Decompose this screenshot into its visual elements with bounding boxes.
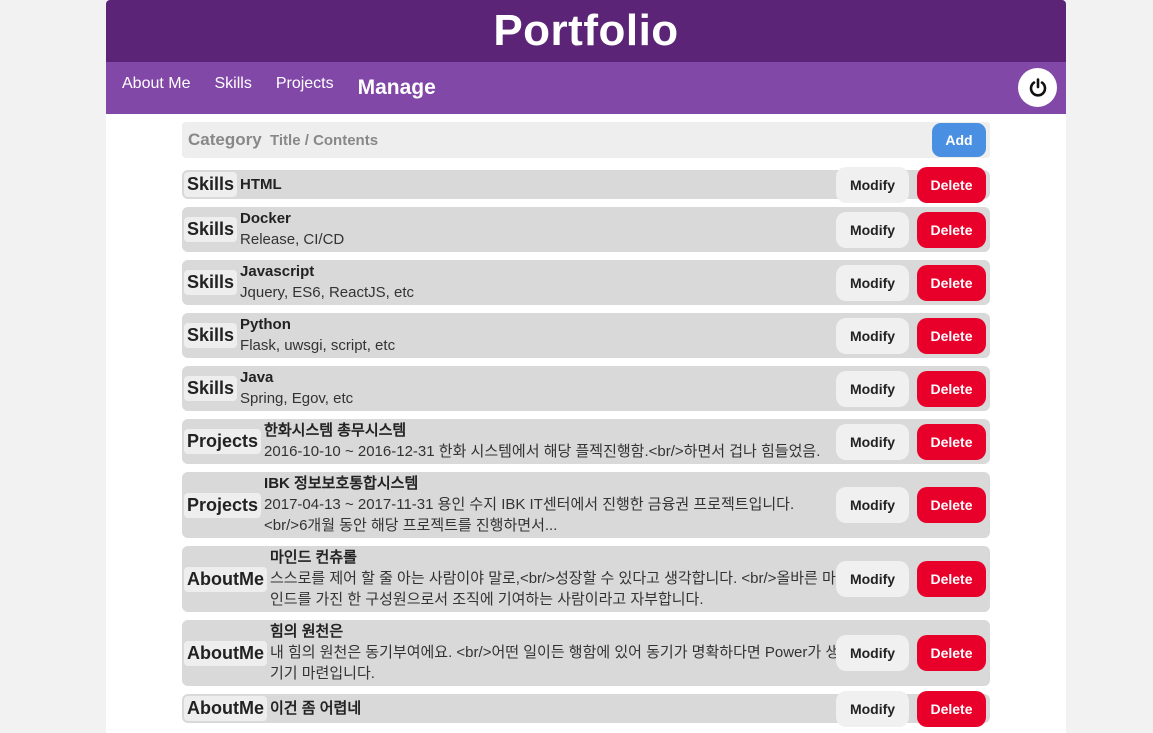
item-category: Projects — [184, 429, 262, 454]
item-text: IBK 정보보호통합시스템 2017-04-13 ~ 2017-11-31 용인… — [264, 474, 834, 536]
item-actions: Modify Delete — [836, 423, 986, 460]
delete-button[interactable]: Delete — [917, 166, 986, 203]
add-item-form: Add — [182, 122, 990, 158]
list-item: AboutMe 이건 좀 어렵네 Modify Delete — [182, 690, 990, 727]
item-category: AboutMe — [184, 640, 267, 666]
list-item: Skills Docker Release, CI/CD Modify Dele… — [182, 207, 990, 252]
item-title: 힘의 원천은 — [269, 623, 344, 640]
power-icon — [1029, 77, 1046, 97]
item-text: 힘의 원천은 내 힘의 원천은 동기부여에요. <br/>어떤 일이든 행함에 … — [270, 622, 840, 684]
item-title: Docker — [240, 210, 291, 227]
item-description: 2017-04-13 ~ 2017-11-31 용인 수지 IBK IT센터에서… — [264, 496, 795, 534]
modify-button[interactable]: Modify — [836, 166, 909, 203]
item-actions: Modify Delete — [836, 635, 986, 671]
item-category: Skills — [184, 323, 238, 348]
item-actions: Modify Delete — [836, 690, 986, 727]
item-description: Release, CI/CD — [240, 231, 345, 248]
list-item: Skills Java Spring, Egov, etc Modify Del… — [182, 366, 990, 411]
item-actions: Modify Delete — [836, 317, 986, 354]
item-text: 마인드 컨츄롤 스스로를 제어 할 줄 아는 사람이야 말로,<br/>성장할 … — [270, 548, 840, 610]
delete-button[interactable]: Delete — [917, 264, 986, 301]
item-text: Javascript Jquery, ES6, ReactJS, etc — [240, 262, 810, 303]
item-description: Flask, uwsgi, script, etc — [240, 337, 396, 354]
item-text: 이건 좀 어렵네 — [270, 699, 840, 719]
logout-button[interactable] — [1018, 68, 1057, 107]
item-description: 스스로를 제어 할 줄 아는 사람이야 말로,<br/>성장할 수 있다고 생각… — [269, 570, 836, 608]
modify-button[interactable]: Modify — [836, 211, 909, 248]
item-actions: Modify Delete — [836, 370, 986, 407]
modify-button[interactable]: Modify — [836, 264, 909, 301]
delete-button[interactable]: Delete — [917, 317, 986, 354]
item-actions: Modify Delete — [836, 264, 986, 301]
item-description: Jquery, ES6, ReactJS, etc — [240, 284, 414, 301]
list-item: Skills Python Flask, uwsgi, script, etc … — [182, 313, 990, 358]
item-title: Python — [240, 316, 291, 333]
modify-button[interactable]: Modify — [836, 690, 909, 727]
nav-item-projects[interactable]: Projects — [276, 75, 334, 93]
list-item: AboutMe 마인드 컨츄롤 스스로를 제어 할 줄 아는 사람이야 말로,<… — [182, 546, 990, 612]
modify-button[interactable]: Modify — [836, 317, 909, 354]
item-title: 한화시스템 총무시스템 — [264, 422, 407, 439]
modify-button[interactable]: Modify — [836, 487, 909, 523]
delete-button[interactable]: Delete — [917, 690, 986, 727]
modify-button[interactable]: Modify — [836, 370, 909, 407]
item-title: HTML — [240, 175, 282, 193]
item-description: 내 힘의 원천은 동기부여에요. <br/>어떤 일이든 행함에 있어 동기가 … — [269, 644, 840, 682]
item-category: Skills — [184, 376, 238, 401]
item-text: 한화시스템 총무시스템 2016-10-10 ~ 2016-12-31 한화 시… — [264, 421, 834, 462]
item-description: 2016-10-10 ~ 2016-12-31 한화 시스템에서 해당 플젝진행… — [264, 443, 821, 460]
list-item: Skills Javascript Jquery, ES6, ReactJS, … — [182, 260, 990, 305]
delete-button[interactable]: Delete — [917, 370, 986, 407]
item-category: AboutMe — [184, 566, 267, 592]
site-title: Portfolio — [493, 6, 679, 55]
item-category: Projects — [184, 492, 262, 518]
item-text: HTML — [240, 175, 810, 195]
item-text: Java Spring, Egov, etc — [240, 368, 810, 409]
list-item: Projects IBK 정보보호통합시스템 2017-04-13 ~ 2017… — [182, 472, 990, 538]
delete-button[interactable]: Delete — [917, 211, 986, 248]
modify-button[interactable]: Modify — [836, 635, 909, 671]
item-actions: Modify Delete — [836, 166, 986, 203]
nav-item-skills[interactable]: Skills — [214, 75, 251, 93]
category-input[interactable] — [186, 129, 268, 151]
title-contents-input[interactable] — [268, 130, 912, 150]
item-title: 마인드 컨츄롤 — [269, 549, 357, 566]
item-title: Java — [240, 369, 274, 386]
header: Portfolio — [106, 0, 1066, 62]
item-category: Skills — [184, 172, 238, 197]
add-button[interactable]: Add — [932, 123, 986, 157]
nav-bar: About Me Skills Projects Manage — [106, 62, 1066, 114]
list-item: AboutMe 힘의 원천은 내 힘의 원천은 동기부여에요. <br/>어떤 … — [182, 620, 990, 686]
item-list: Skills HTML Modify Delete Skills Docker … — [182, 166, 990, 727]
delete-button[interactable]: Delete — [917, 487, 986, 523]
item-text: Python Flask, uwsgi, script, etc — [240, 315, 810, 356]
item-actions: Modify Delete — [836, 487, 986, 523]
item-category: AboutMe — [184, 696, 267, 721]
nav-item-about-me[interactable]: About Me — [122, 75, 190, 93]
nav-item-manage[interactable]: Manage — [358, 76, 436, 100]
item-actions: Modify Delete — [836, 561, 986, 597]
delete-button[interactable]: Delete — [917, 561, 986, 597]
item-title: Javascript — [240, 263, 315, 280]
list-item: Projects 한화시스템 총무시스템 2016-10-10 ~ 2016-1… — [182, 419, 990, 464]
list-item: Skills HTML Modify Delete — [182, 166, 990, 203]
manage-content: Add Skills HTML Modify Delete Skills Doc… — [182, 122, 990, 731]
item-description: Spring, Egov, etc — [240, 390, 354, 407]
modify-button[interactable]: Modify — [836, 561, 909, 597]
item-actions: Modify Delete — [836, 211, 986, 248]
delete-button[interactable]: Delete — [917, 635, 986, 671]
item-category: Skills — [184, 217, 238, 242]
delete-button[interactable]: Delete — [917, 423, 986, 460]
page: Portfolio About Me Skills Projects Manag… — [106, 0, 1066, 733]
modify-button[interactable]: Modify — [836, 423, 909, 460]
item-text: Docker Release, CI/CD — [240, 209, 810, 250]
item-title: IBK 정보보호통합시스템 — [264, 475, 419, 492]
item-category: Skills — [184, 270, 238, 295]
item-title: 이건 좀 어렵네 — [269, 699, 362, 717]
